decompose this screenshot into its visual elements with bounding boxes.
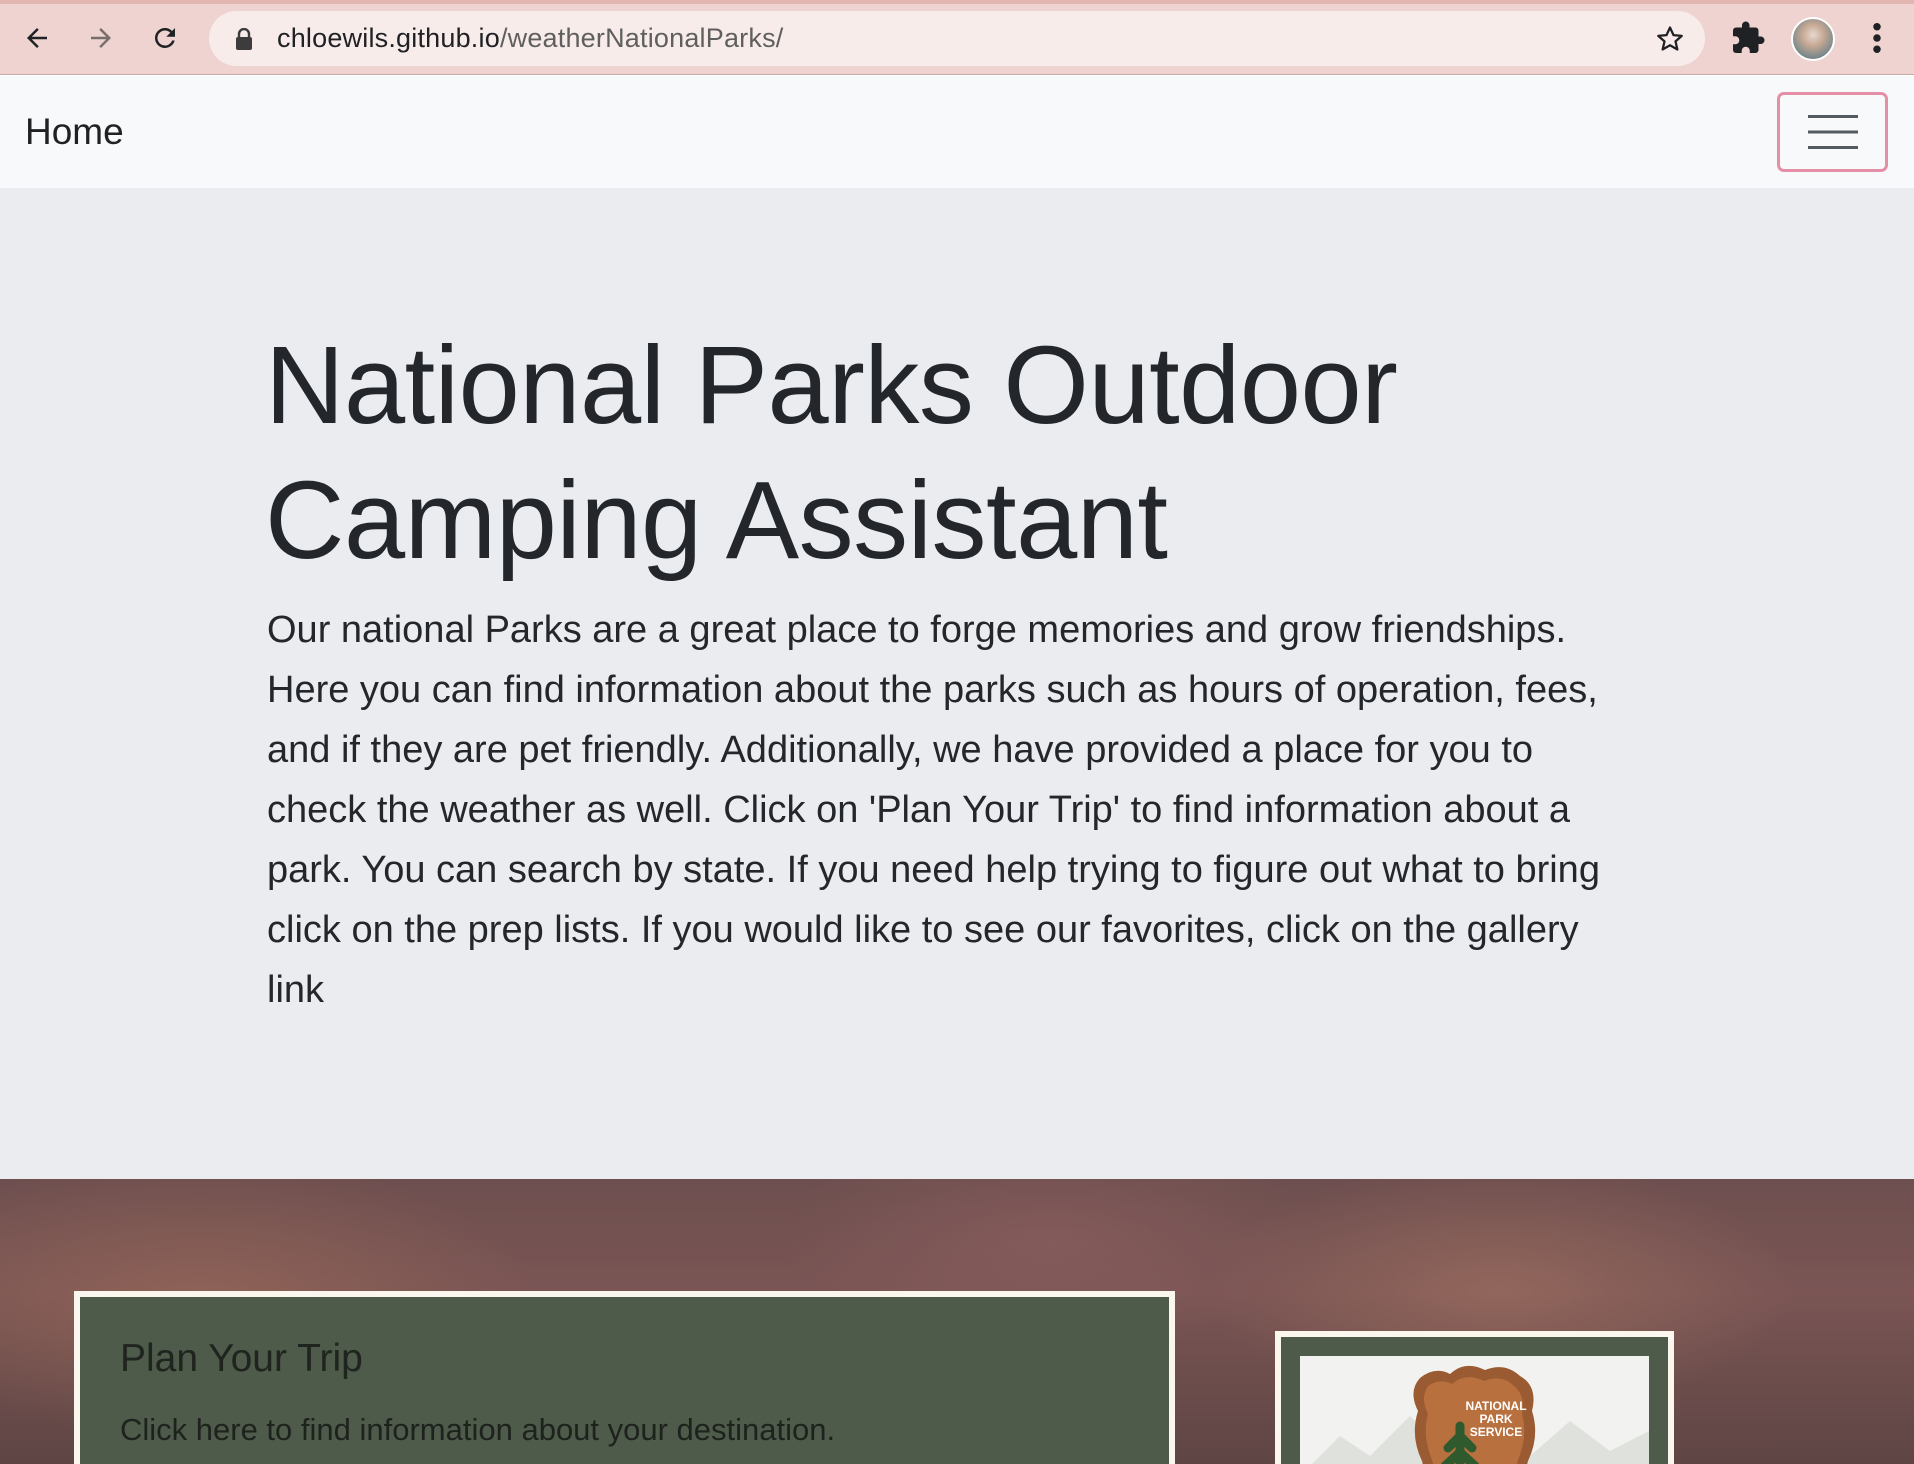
hamburger-icon	[1807, 115, 1858, 149]
navbar-toggler-button[interactable]	[1777, 92, 1888, 172]
profile-avatar[interactable]	[1791, 17, 1835, 61]
nps-logo-text-1: NATIONAL	[1465, 1399, 1526, 1413]
page-title: National Parks Outdoor Camping Assistant	[265, 324, 1398, 582]
extensions-puzzle-icon[interactable]	[1730, 20, 1766, 56]
nps-logo-card: NATIONAL PARK SERVICE	[1275, 1331, 1674, 1464]
url-text[interactable]: chloewils.github.io/weatherNationalParks…	[277, 11, 783, 66]
reload-button[interactable]	[145, 18, 185, 58]
plan-your-trip-card[interactable]: Plan Your Trip Click here to find inform…	[74, 1291, 1175, 1464]
hero-jumbotron: National Parks Outdoor Camping Assistant…	[0, 188, 1914, 1179]
back-arrow-icon	[27, 28, 47, 48]
more-vert-icon[interactable]	[1862, 18, 1892, 58]
card-title: Plan Your Trip	[120, 1337, 363, 1380]
nps-logo-text-3: SERVICE	[1470, 1425, 1522, 1439]
nps-logo-image: NATIONAL PARK SERVICE	[1300, 1356, 1649, 1464]
home-link[interactable]: Home	[25, 76, 124, 188]
tab-strip-edge	[0, 0, 1914, 4]
nps-arrowhead-logo: NATIONAL PARK SERVICE	[1312, 1365, 1649, 1464]
url-host: chloewils.github.io	[277, 23, 500, 53]
address-bar[interactable]: chloewils.github.io/weatherNationalParks…	[209, 11, 1705, 66]
forward-arrow-icon	[91, 28, 111, 48]
site-navbar: Home	[0, 76, 1914, 188]
reload-icon	[154, 27, 175, 48]
browser-toolbar: chloewils.github.io/weatherNationalParks…	[0, 0, 1914, 75]
hero-description: Our national Parks are a great place to …	[267, 609, 1600, 1011]
back-button[interactable]	[17, 18, 57, 58]
card-text[interactable]: Click here to find information about you…	[120, 1412, 835, 1448]
nps-logo-text-2: PARK	[1479, 1412, 1512, 1426]
url-path: /weatherNationalParks/	[499, 23, 784, 53]
star-icon[interactable]	[1655, 24, 1685, 54]
forward-button[interactable]	[81, 18, 121, 58]
cards-section: Plan Your Trip Click here to find inform…	[0, 1179, 1914, 1464]
lock-icon	[236, 28, 252, 50]
